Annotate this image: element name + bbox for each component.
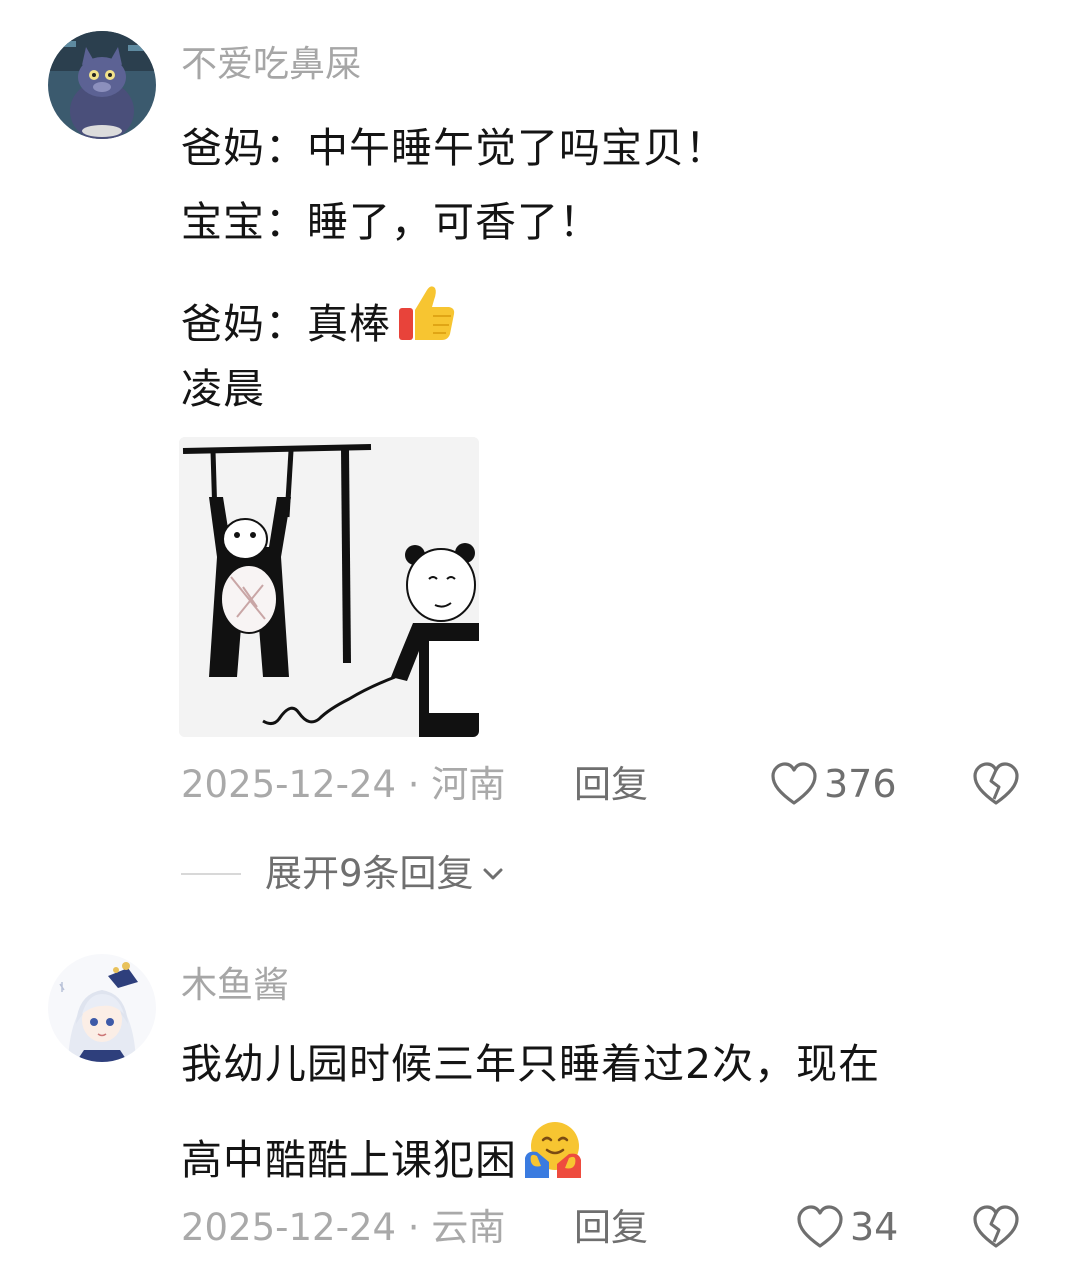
comment-location: 云南 xyxy=(431,1206,506,1249)
comment-item: 木鱼酱 我幼儿园时候三年只睡着过2次，现在 高中酷酷上课犯困 2025-12-2… xyxy=(0,930,1076,1288)
expand-replies-label: 展开9条回复 xyxy=(265,852,474,895)
expand-replies-button[interactable]: 展开9条回复 xyxy=(181,852,508,896)
comment-text-segment: 高中酷酷上课犯困 xyxy=(181,1136,517,1184)
comment-text-line: 高中酷酷上课犯困 xyxy=(181,1116,587,1192)
avatar[interactable] xyxy=(48,31,156,139)
panda-meme-image xyxy=(179,437,479,737)
dislike-button[interactable] xyxy=(972,761,1020,811)
comment-item: 不爱吃鼻屎 爸妈：中午睡午觉了吗宝贝！ 宝宝：睡了，可香了！ 爸妈：真棒 凌晨 xyxy=(0,0,1076,930)
comment-meta: 2025-12-24 · 云南 xyxy=(181,1206,505,1250)
expand-divider xyxy=(181,873,241,875)
broken-heart-icon xyxy=(973,762,1019,805)
chevron-down-icon xyxy=(483,868,503,880)
comment-text-line: 宝宝：睡了，可香了！ xyxy=(181,198,601,246)
comment-text-line: 我幼儿园时候三年只睡着过2次，现在 xyxy=(181,1040,881,1088)
anime-girl-avatar-icon xyxy=(48,954,156,1062)
thumbs-up-icon xyxy=(393,280,459,356)
like-count: 376 xyxy=(824,762,897,806)
comment-meta: 2025-12-24 · 河南 xyxy=(181,763,505,807)
hugging-face-icon xyxy=(519,1116,587,1192)
like-button[interactable]: 34 xyxy=(796,1204,898,1250)
heart-icon xyxy=(797,1205,843,1248)
meme-image[interactable] xyxy=(179,437,479,737)
comment-text-segment: 爸妈：真棒 xyxy=(181,300,391,348)
comment-text-line: 爸妈：中午睡午觉了吗宝贝！ xyxy=(181,124,727,172)
meta-separator: · xyxy=(396,763,432,806)
comment-text-line: 凌晨 xyxy=(181,365,265,413)
reply-button[interactable]: 回复 xyxy=(574,1206,648,1250)
broken-heart-icon xyxy=(973,1205,1019,1248)
reply-button[interactable]: 回复 xyxy=(574,763,648,807)
cat-avatar-icon xyxy=(48,31,156,139)
username[interactable]: 木鱼酱 xyxy=(181,966,289,1006)
dislike-button[interactable] xyxy=(972,1204,1020,1254)
like-button[interactable]: 376 xyxy=(770,761,897,807)
comment-date: 2025-12-24 xyxy=(181,1206,397,1249)
comment-text-line: 爸妈：真棒 xyxy=(181,280,459,356)
heart-icon xyxy=(771,762,817,805)
username[interactable]: 不爱吃鼻屎 xyxy=(181,45,361,85)
like-count: 34 xyxy=(850,1205,899,1249)
comment-location: 河南 xyxy=(431,763,506,806)
meta-separator: · xyxy=(396,1206,432,1249)
comment-date: 2025-12-24 xyxy=(181,763,397,806)
avatar[interactable] xyxy=(48,954,156,1062)
